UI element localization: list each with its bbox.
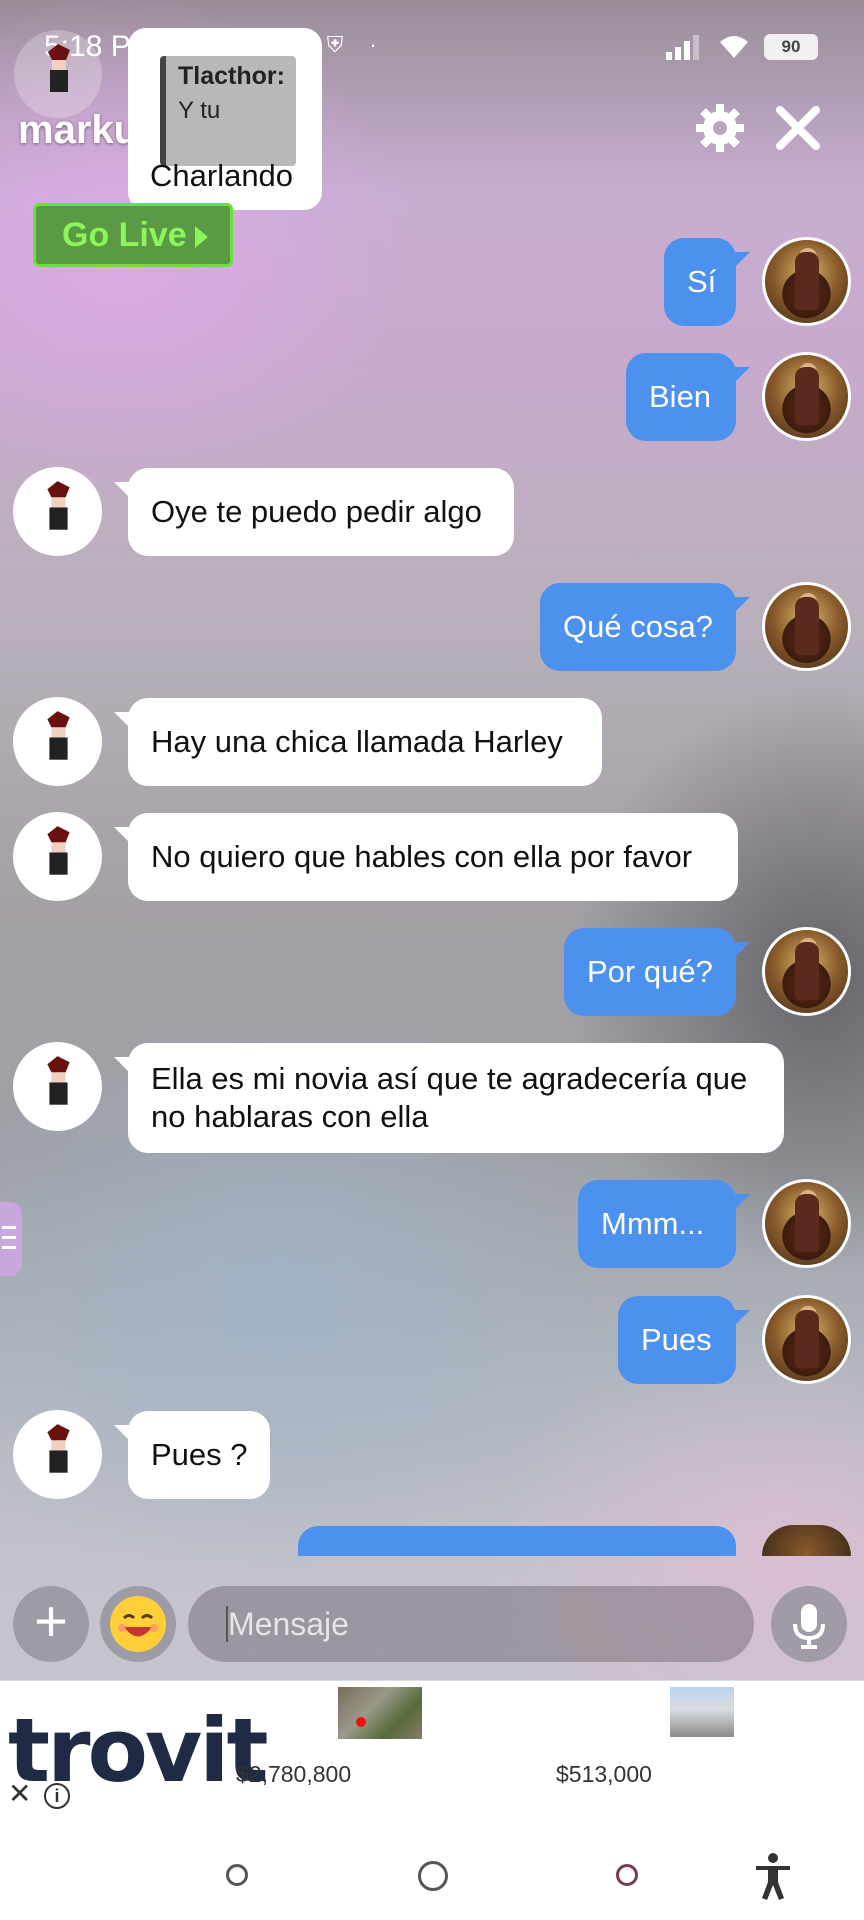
message-bubble-incoming[interactable]: No quiero que hables con ella por favor	[114, 813, 738, 901]
message-bubble-outgoing[interactable]: Qué cosa?	[540, 583, 750, 671]
user-avatar[interactable]	[762, 582, 851, 671]
system-icons: 90	[666, 34, 818, 60]
message-bubble-incoming[interactable]: Hay una chica llamada Harley	[114, 698, 602, 786]
message-composer: + Mensaje	[0, 1570, 864, 1680]
listing-price[interactable]: $2,780,800	[236, 1761, 351, 1788]
reply-message-bubble[interactable]: Tlacthor: Y tu Charlando	[128, 28, 322, 210]
listing-thumbnail[interactable]	[338, 1687, 422, 1739]
quoted-text: Y tu	[178, 97, 221, 124]
gear-icon	[696, 104, 744, 152]
user-avatar[interactable]	[762, 237, 851, 326]
chibi-avatar-icon	[47, 711, 70, 760]
message-text: Qué cosa?	[563, 609, 713, 644]
close-button[interactable]	[770, 100, 826, 156]
accessibility-icon[interactable]	[752, 1852, 794, 1902]
user-avatar-partial[interactable]	[762, 1525, 851, 1556]
message-text: Bien	[649, 379, 712, 414]
signal-icon	[666, 35, 699, 60]
message-text: Por qué?	[587, 954, 713, 989]
chibi-avatar-icon	[47, 1056, 70, 1105]
contact-avatar[interactable]	[13, 1410, 102, 1499]
user-avatar[interactable]	[762, 927, 851, 1016]
ad-info-icon[interactable]: i	[44, 1783, 70, 1809]
message-bubble-outgoing-partial[interactable]	[298, 1526, 736, 1556]
message-text: Mmm...	[601, 1206, 705, 1241]
listing-thumbnail[interactable]	[670, 1687, 734, 1737]
emoji-button[interactable]	[100, 1586, 176, 1662]
user-avatar[interactable]	[762, 1295, 851, 1384]
message-text: Oye te puedo pedir algo	[151, 494, 482, 529]
voice-message-button[interactable]	[771, 1586, 847, 1662]
message-text: Pues ?	[151, 1437, 248, 1472]
user-avatar[interactable]	[762, 1179, 851, 1268]
home-button[interactable]	[418, 1861, 448, 1891]
quoted-message[interactable]: Tlacthor: Y tu	[160, 56, 296, 166]
listing-price[interactable]: $513,000	[556, 1761, 652, 1788]
message-bubble-incoming[interactable]: Oye te puedo pedir algo	[114, 468, 514, 556]
add-attachment-button[interactable]: +	[13, 1586, 89, 1662]
message-text: Pues	[641, 1322, 712, 1357]
settings-button[interactable]	[692, 100, 748, 156]
system-navigation-bar	[0, 1812, 864, 1920]
message-bubble-outgoing[interactable]: Bien	[626, 353, 750, 441]
contact-avatar[interactable]	[13, 1042, 102, 1131]
message-bubble-outgoing[interactable]: Sí	[664, 238, 750, 326]
ad-banner[interactable]: trovit ✕ i $2,780,800 $513,000	[0, 1680, 864, 1812]
message-text: Sí	[687, 264, 717, 299]
message-bubble-incoming[interactable]: Ella es mi novia así que te agradecería …	[114, 1043, 784, 1153]
contact-avatar[interactable]	[13, 697, 102, 786]
message-bubble-outgoing[interactable]: Mmm...	[578, 1180, 750, 1268]
message-text: Ella es mi novia así que te agradecería …	[151, 1061, 748, 1134]
contact-avatar[interactable]	[13, 467, 102, 556]
quoted-author: Tlacthor:	[178, 62, 285, 90]
back-button[interactable]	[616, 1864, 638, 1886]
recent-apps-button[interactable]	[226, 1864, 248, 1886]
message-text: No quiero que hables con ella por favor	[151, 839, 693, 874]
play-icon	[194, 226, 208, 249]
smiley-emoji-icon	[110, 1596, 166, 1652]
chibi-avatar-icon	[47, 481, 70, 530]
message-bubble-outgoing[interactable]: Por qué?	[564, 928, 750, 1016]
go-live-button[interactable]: Go Live	[33, 203, 233, 267]
chibi-avatar-icon	[48, 44, 70, 92]
message-input[interactable]: Mensaje	[188, 1586, 754, 1662]
chibi-avatar-icon	[47, 826, 70, 875]
reply-text: Charlando	[150, 158, 294, 193]
message-bubble-incoming[interactable]: Pues ?	[114, 1411, 270, 1499]
wifi-icon	[720, 36, 748, 58]
contact-avatar[interactable]	[13, 812, 102, 901]
dot-icon: ·	[369, 32, 377, 57]
message-text: Hay una chica llamada Harley	[151, 724, 563, 759]
side-drawer-handle[interactable]	[0, 1202, 22, 1276]
chibi-avatar-icon	[47, 1424, 70, 1473]
ad-close-icon[interactable]: ✕	[8, 1777, 31, 1810]
go-live-label: Go Live	[62, 216, 187, 254]
user-avatar[interactable]	[762, 352, 851, 441]
close-icon	[776, 106, 820, 150]
plus-icon: +	[34, 1589, 68, 1654]
shield-icon: ⛨	[326, 32, 344, 57]
microphone-icon	[793, 1604, 825, 1649]
message-bubble-outgoing[interactable]: Pues	[618, 1296, 750, 1384]
chat-avatar[interactable]	[14, 30, 102, 118]
battery-icon: 90	[764, 34, 818, 60]
